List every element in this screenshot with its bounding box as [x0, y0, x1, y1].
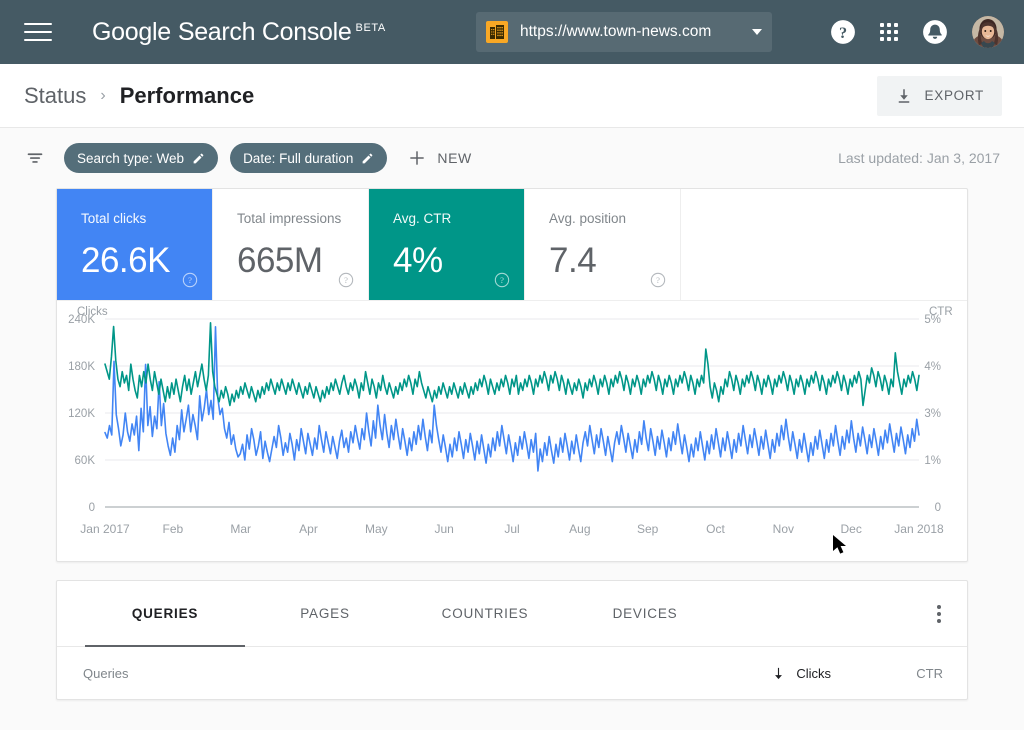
- metric-label: Total impressions: [237, 211, 342, 226]
- metric-label: Avg. CTR: [393, 211, 452, 226]
- help-circle-icon[interactable]: ?: [182, 272, 198, 288]
- svg-text:?: ?: [188, 275, 192, 285]
- svg-text:5%: 5%: [924, 314, 941, 326]
- help-circle-icon[interactable]: ?: [830, 19, 856, 45]
- filter-chip-date-label: Date: Full duration: [243, 150, 354, 166]
- filter-chip-search-type[interactable]: Search type: Web: [64, 143, 219, 173]
- svg-text:Jan 2017: Jan 2017: [80, 522, 130, 536]
- beta-badge: BETA: [355, 21, 386, 34]
- svg-text:0: 0: [935, 502, 941, 514]
- svg-text:?: ?: [500, 275, 504, 285]
- filter-chip-search-type-label: Search type: Web: [77, 150, 185, 166]
- last-updated-text: Last updated: Jan 3, 2017: [838, 150, 1000, 166]
- svg-text:Jul: Jul: [504, 522, 519, 536]
- download-icon: [898, 88, 909, 103]
- svg-text:Oct: Oct: [706, 522, 725, 536]
- page-title: Performance: [119, 82, 255, 108]
- table-header-row: Queries Clicks CTR: [57, 647, 967, 699]
- metric-card-avg-ctr[interactable]: Avg. CTR 4% ?: [369, 189, 525, 300]
- property-url-text: https://www.town-news.com: [520, 23, 712, 40]
- metric-card-total-impressions[interactable]: Total impressions 665M ?: [213, 189, 369, 300]
- filter-list-icon[interactable]: [24, 147, 46, 169]
- metric-label: Total clicks: [81, 211, 147, 226]
- svg-text:?: ?: [656, 275, 660, 285]
- plot-svg: Clicks CTR060K120K180K240K01%3%4%5%Jan 20…: [68, 306, 953, 536]
- help-circle-icon[interactable]: ?: [650, 272, 666, 288]
- column-header-queries[interactable]: Queries: [83, 666, 771, 681]
- filter-bar: Search type: Web Date: Full duration NEW…: [0, 128, 1024, 188]
- svg-text:4%: 4%: [924, 361, 941, 373]
- svg-text:Sep: Sep: [637, 522, 659, 536]
- export-button[interactable]: EXPORT: [876, 75, 1002, 116]
- svg-text:Jan 2018: Jan 2018: [894, 522, 944, 536]
- tab-countries[interactable]: COUNTRIES: [405, 581, 565, 646]
- pencil-icon: [193, 153, 204, 163]
- add-new-filter-button[interactable]: NEW: [407, 148, 471, 168]
- metric-card-total-clicks[interactable]: Total clicks 26.6K ?: [57, 189, 213, 300]
- apps-grid-icon[interactable]: [880, 23, 898, 41]
- mouse-cursor: [833, 535, 846, 554]
- metric-card-avg-position[interactable]: Avg. position 7.4 ?: [525, 189, 681, 300]
- top-app-bar: Google Search Console BETA https://www.t…: [0, 0, 1024, 64]
- export-button-label: EXPORT: [924, 88, 984, 103]
- svg-text:240K: 240K: [68, 314, 95, 326]
- tab-countries-label: COUNTRIES: [441, 606, 529, 621]
- svg-text:Nov: Nov: [773, 522, 794, 536]
- tab-queries[interactable]: QUERIES: [85, 581, 245, 647]
- property-selector[interactable]: https://www.town-news.com: [476, 12, 772, 52]
- svg-text:Apr: Apr: [299, 522, 318, 536]
- plus-icon: [410, 151, 425, 165]
- performance-chart-card: Total clicks 26.6K ? Total impressions 6…: [56, 188, 968, 562]
- pencil-icon: [363, 153, 373, 163]
- svg-text:Mar: Mar: [230, 522, 251, 536]
- tab-devices[interactable]: DEVICES: [565, 581, 725, 646]
- svg-text:3%: 3%: [924, 408, 941, 420]
- app-brand: Google Search Console BETA: [92, 18, 386, 47]
- tab-pages-label: PAGES: [300, 606, 350, 621]
- help-circle-icon[interactable]: ?: [338, 272, 354, 288]
- user-avatar[interactable]: [972, 16, 1004, 48]
- svg-text:60K: 60K: [75, 455, 96, 467]
- column-header-ctr[interactable]: CTR: [903, 666, 943, 681]
- column-header-clicks[interactable]: Clicks: [771, 666, 831, 681]
- svg-text:Jun: Jun: [434, 522, 453, 536]
- svg-text:120K: 120K: [68, 408, 95, 420]
- metric-label: Avg. position: [549, 211, 627, 226]
- property-site-icon: [486, 21, 508, 43]
- page-header: Status › Performance EXPORT: [0, 64, 1024, 128]
- svg-text:0: 0: [89, 502, 95, 514]
- kebab-menu-icon[interactable]: [929, 581, 949, 646]
- svg-text:?: ?: [344, 275, 348, 285]
- breadcrumb-separator-icon: ›: [100, 86, 106, 104]
- appbar-actions: ?: [830, 16, 1008, 48]
- bell-icon[interactable]: [922, 19, 948, 45]
- brand-google-text: Google: [92, 17, 171, 46]
- dimension-tabs: QUERIES PAGES COUNTRIES DEVICES: [57, 581, 967, 647]
- svg-text:May: May: [365, 522, 388, 536]
- breadcrumb-status[interactable]: Status: [24, 83, 86, 109]
- tab-devices-label: DEVICES: [612, 606, 678, 621]
- add-new-filter-label: NEW: [437, 150, 472, 166]
- performance-plot[interactable]: Clicks CTR 0 60K 120K 180K 240K 0 1% 3% 4% 5% Jan 20…: [57, 301, 967, 561]
- hamburger-menu-icon[interactable]: [24, 20, 52, 44]
- svg-text:?: ?: [839, 24, 847, 42]
- svg-text:1%: 1%: [924, 455, 941, 467]
- svg-text:Aug: Aug: [569, 522, 590, 536]
- help-circle-icon[interactable]: ?: [494, 272, 510, 288]
- brand-product-text: Search Console: [177, 17, 352, 46]
- svg-text:Feb: Feb: [162, 522, 183, 536]
- arrow-down-icon: [775, 667, 783, 679]
- metric-cards-row: Total clicks 26.6K ? Total impressions 6…: [57, 189, 967, 301]
- dimension-table-card: QUERIES PAGES COUNTRIES DEVICES Queries …: [56, 580, 968, 700]
- svg-text:180K: 180K: [68, 361, 95, 373]
- chevron-down-icon[interactable]: [752, 29, 762, 35]
- metric-row-filler: [681, 189, 967, 300]
- column-header-clicks-label: Clicks: [796, 665, 831, 681]
- tab-pages[interactable]: PAGES: [245, 581, 405, 646]
- tab-queries-label: QUERIES: [131, 606, 199, 621]
- filter-chip-date[interactable]: Date: Full duration: [230, 143, 388, 173]
